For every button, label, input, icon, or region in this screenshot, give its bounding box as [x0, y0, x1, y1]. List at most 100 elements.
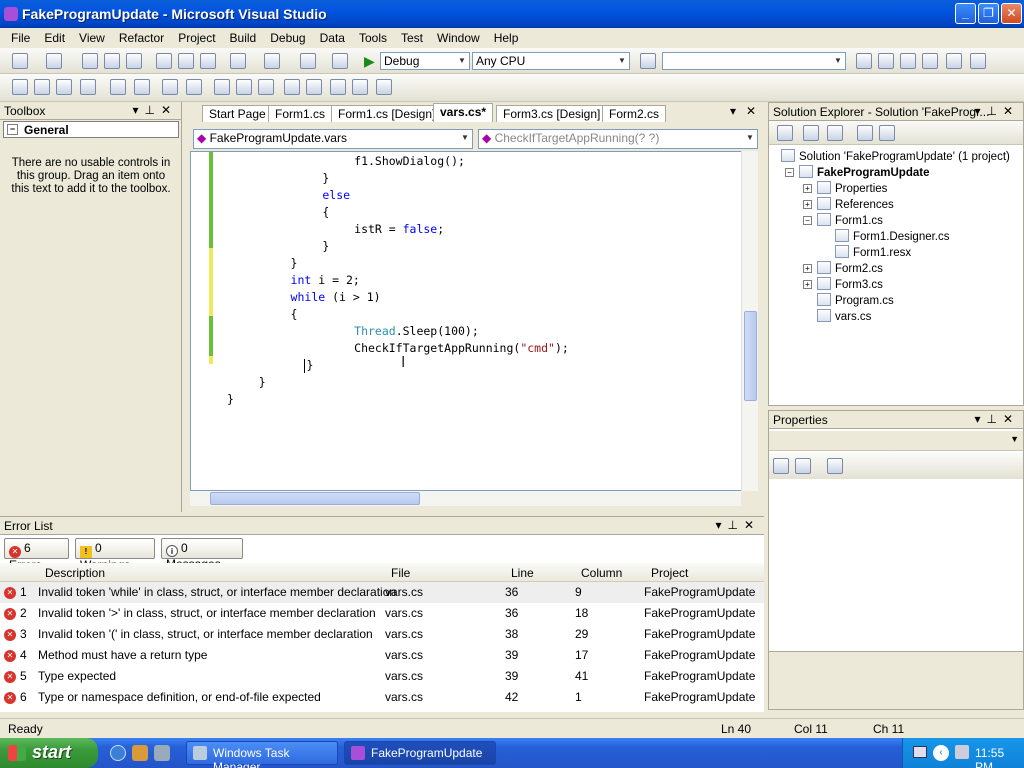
internet-explorer-icon[interactable]: [110, 745, 126, 761]
navigate-backward-icon[interactable]: [300, 53, 316, 69]
tab-vars-cs[interactable]: vars.cs*: [433, 103, 494, 122]
solution-tree-item[interactable]: Program.cs: [817, 293, 894, 307]
menu-build[interactable]: Build: [223, 28, 264, 48]
menu-refactor[interactable]: Refactor: [112, 28, 171, 48]
show-desktop-icon[interactable]: [154, 745, 170, 761]
start-page-icon[interactable]: [946, 53, 962, 69]
solution-tree-item[interactable]: vars.cs: [817, 309, 871, 323]
minimize-button[interactable]: _: [955, 3, 976, 24]
scroll-thumb[interactable]: [744, 311, 757, 401]
previous-bookmark-in-folder-icon[interactable]: [284, 79, 300, 95]
redo-icon[interactable]: [264, 53, 280, 69]
error-row[interactable]: ✕ 1 Invalid token 'while' in class, struct…: [0, 582, 764, 603]
collapse-icon[interactable]: −: [7, 124, 18, 135]
close-icon[interactable]: ✕: [1003, 104, 1019, 118]
close-icon[interactable]: ✕: [1003, 412, 1019, 426]
object-browser-icon[interactable]: [900, 53, 916, 69]
uncomment-lines-icon[interactable]: [186, 79, 202, 95]
solution-configuration-combo[interactable]: Debug ▼: [380, 52, 470, 70]
start-debugging-icon[interactable]: ▶: [364, 53, 375, 70]
menu-help[interactable]: Help: [487, 28, 526, 48]
solution-tree-item[interactable]: Form1.resx: [835, 245, 911, 259]
tab-form2-cs[interactable]: Form2.cs: [602, 105, 667, 122]
expand-icon[interactable]: +: [803, 280, 812, 289]
pin-icon[interactable]: ⊥: [986, 104, 1002, 118]
start-button[interactable]: start: [0, 738, 98, 768]
menu-tools[interactable]: Tools: [352, 28, 394, 48]
editor-horizontal-scrollbar[interactable]: [190, 491, 741, 506]
toggle-bookmark-icon[interactable]: [214, 79, 230, 95]
type-dropdown[interactable]: ◆ FakeProgramUpdate.vars ▼: [193, 129, 473, 149]
save-icon[interactable]: [104, 53, 120, 69]
column-project[interactable]: Project: [651, 566, 688, 580]
tab-form3-design[interactable]: Form3.cs [Design]: [496, 105, 608, 122]
expand-icon[interactable]: +: [803, 264, 812, 273]
solution-explorer-icon[interactable]: [856, 53, 872, 69]
display-quick-info-icon[interactable]: [56, 79, 72, 95]
solution-tree-item[interactable]: References: [817, 197, 894, 211]
menu-edit[interactable]: Edit: [37, 28, 72, 48]
display-parameter-info-icon[interactable]: [34, 79, 50, 95]
collapse-icon[interactable]: −: [785, 168, 794, 177]
open-folder-icon[interactable]: [82, 53, 98, 69]
dropdown-arrow-icon[interactable]: ▾: [974, 412, 986, 426]
previous-bookmark-in-document-icon[interactable]: [330, 79, 346, 95]
error-row[interactable]: ✕ 2 Invalid token '>' in class, struct, or…: [0, 603, 764, 624]
collapse-icon[interactable]: −: [803, 216, 812, 225]
dropdown-arrow-icon[interactable]: ▾: [715, 518, 727, 532]
error-row[interactable]: ✕ 4 Method must have a return type vars.cs 3…: [0, 645, 764, 666]
column-column[interactable]: Column: [581, 566, 622, 580]
add-item-icon[interactable]: [46, 53, 62, 69]
clear-bookmarks-icon[interactable]: [376, 79, 392, 95]
scroll-thumb[interactable]: [210, 492, 420, 505]
categorized-icon[interactable]: [773, 458, 789, 474]
show-all-files-icon[interactable]: [803, 125, 819, 141]
toolbox-icon[interactable]: [922, 53, 938, 69]
solution-tree-item[interactable]: Form1.cs: [817, 213, 883, 227]
refresh-icon[interactable]: [827, 125, 843, 141]
dropdown-arrow-icon[interactable]: ▾: [974, 104, 986, 118]
column-file[interactable]: File: [391, 566, 410, 580]
alphabetical-icon[interactable]: [795, 458, 811, 474]
tab-start-page[interactable]: Start Page: [202, 105, 273, 122]
menu-view[interactable]: View: [72, 28, 112, 48]
task-windows-task-manager[interactable]: Windows Task Manager: [186, 741, 338, 768]
expand-icon[interactable]: +: [803, 200, 812, 209]
menu-window[interactable]: Window: [430, 28, 487, 48]
solution-tree-item[interactable]: Solution 'FakeProgramUpdate' (1 project): [781, 149, 1010, 163]
network-icon[interactable]: [913, 746, 927, 758]
close-button[interactable]: ✕: [1001, 3, 1022, 24]
tab-form1-cs[interactable]: Form1.cs: [268, 105, 333, 122]
dropdown-arrow-icon[interactable]: ▾: [132, 103, 144, 117]
comment-lines-icon[interactable]: [162, 79, 178, 95]
undo-icon[interactable]: [230, 53, 246, 69]
close-icon[interactable]: ✕: [161, 103, 177, 117]
speaker-icon[interactable]: [955, 745, 969, 759]
cut-icon[interactable]: [156, 53, 172, 69]
new-project-icon[interactable]: [12, 53, 28, 69]
next-bookmark-icon[interactable]: [258, 79, 274, 95]
menu-project[interactable]: Project: [171, 28, 222, 48]
solution-tree-item[interactable]: Form2.cs: [817, 261, 883, 275]
error-row[interactable]: ✕ 5 Type expected vars.cs 39 41 FakeProgramUpd…: [0, 666, 764, 687]
menu-file[interactable]: File: [4, 28, 37, 48]
properties-icon[interactable]: [777, 125, 793, 141]
solution-platform-combo[interactable]: Any CPU ▼: [472, 52, 630, 70]
solution-tree-item[interactable]: Properties: [817, 181, 887, 195]
decrease-indent-icon[interactable]: [110, 79, 126, 95]
errors-filter-button[interactable]: ✕6 Errors: [4, 538, 69, 572]
solution-tree-item[interactable]: FakeProgramUpdate: [799, 165, 929, 179]
view-designer-icon[interactable]: [879, 125, 895, 141]
menu-data[interactable]: Data: [313, 28, 352, 48]
column-description[interactable]: Description: [45, 566, 105, 580]
clock[interactable]: 11:55 PM: [975, 746, 1024, 768]
increase-indent-icon[interactable]: [134, 79, 150, 95]
copy-icon[interactable]: [178, 53, 194, 69]
previous-bookmark-icon[interactable]: [236, 79, 252, 95]
error-row[interactable]: ✕ 6 Type or namespace definition, or end-o…: [0, 687, 764, 708]
save-all-icon[interactable]: [126, 53, 142, 69]
title-bar[interactable]: FakeProgramUpdate - Microsoft Visual Stu…: [0, 0, 1024, 28]
pin-icon[interactable]: ⊥: [144, 103, 160, 117]
splitter[interactable]: [182, 102, 190, 512]
menu-debug[interactable]: Debug: [263, 28, 312, 48]
